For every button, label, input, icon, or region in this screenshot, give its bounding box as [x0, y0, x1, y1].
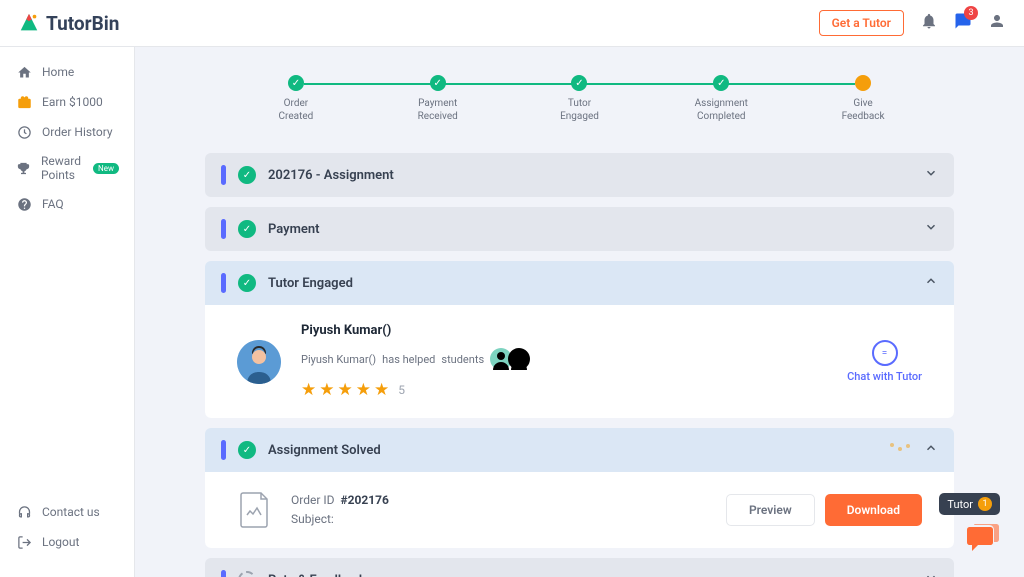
section-header[interactable]: ✓ Assignment Solved [205, 428, 954, 472]
section-title: Rate & Feedback [268, 573, 912, 577]
file-icon [237, 490, 273, 530]
new-badge: New [93, 163, 119, 174]
people-icon [490, 348, 530, 370]
section-marker [221, 273, 226, 293]
chevron-down-icon [924, 166, 938, 184]
sidebar-item-label: Earn $1000 [42, 95, 103, 109]
logout-icon [16, 534, 32, 550]
step-assignment-completed: ✓ AssignmentCompleted [650, 75, 792, 123]
chevron-up-icon [924, 441, 938, 459]
check-icon: ✓ [571, 75, 587, 91]
check-icon: ✓ [238, 441, 256, 459]
history-icon [16, 124, 32, 140]
section-assignment-solved: ✓ Assignment Solved Order ID #202176 Sub… [205, 428, 954, 548]
star-icon: ★ [374, 380, 389, 400]
section-header[interactable]: ✓ 202176 - Assignment [205, 153, 954, 197]
chevron-down-icon [924, 220, 938, 238]
sidebar-item-earn[interactable]: Earn $1000 [0, 87, 134, 117]
rating-count: 5 [398, 383, 405, 397]
section-title: Assignment Solved [268, 443, 876, 458]
brand-logo[interactable]: TutorBin [18, 12, 119, 35]
order-stepper: ✓ OrderCreated ✓ PaymentReceived ✓ Tutor… [225, 75, 934, 123]
download-button[interactable]: Download [825, 494, 922, 526]
chat-launcher-icon[interactable] [964, 521, 1000, 557]
section-assignment: ✓ 202176 - Assignment [205, 153, 954, 197]
sidebar-item-order-history[interactable]: Order History [0, 117, 134, 147]
sidebar-item-label: Logout [42, 535, 79, 549]
tutor-helped-text: Piyush Kumar() has helped students [301, 348, 827, 370]
section-tutor-engaged: ✓ Tutor Engaged Piyush Kumar() Piyush Ku… [205, 261, 954, 418]
chevron-up-icon [924, 274, 938, 292]
tutor-count-badge: 1 [978, 497, 992, 511]
check-icon: ✓ [430, 75, 446, 91]
sidebar-item-logout[interactable]: Logout [0, 527, 134, 557]
header-actions: Get a Tutor 3 [819, 10, 1006, 36]
logo-icon [18, 12, 40, 34]
sidebar: Home Earn $1000 Order History Reward Poi… [0, 47, 135, 577]
home-icon [16, 64, 32, 80]
pending-check-icon [238, 571, 256, 577]
chevron-down-icon [924, 571, 938, 577]
check-icon: ✓ [713, 75, 729, 91]
preview-button[interactable]: Preview [726, 494, 815, 526]
sidebar-item-reward-points[interactable]: Reward Points New [0, 147, 134, 189]
check-icon: ✓ [238, 166, 256, 184]
chat-badge: 3 [964, 6, 978, 20]
top-header: TutorBin Get a Tutor 3 [0, 0, 1024, 47]
star-icon: ★ [338, 380, 353, 400]
tutor-avatar [237, 340, 281, 384]
user-icon[interactable] [988, 12, 1006, 34]
sidebar-item-contact[interactable]: Contact us [0, 497, 134, 527]
tutor-chat-pill[interactable]: Tutor 1 [939, 493, 1000, 515]
sidebar-item-label: Reward Points [41, 154, 81, 182]
check-icon: ✓ [238, 220, 256, 238]
section-marker [221, 440, 226, 460]
section-marker [221, 219, 226, 239]
step-order-created: ✓ OrderCreated [225, 75, 367, 123]
section-rate-feedback: Rate & Feedback [205, 558, 954, 577]
section-title: Payment [268, 222, 912, 237]
bell-icon[interactable] [920, 12, 938, 34]
section-body: Piyush Kumar() Piyush Kumar() has helped… [205, 305, 954, 418]
order-meta: Order ID #202176 Subject: [291, 491, 708, 529]
headset-icon [16, 504, 32, 520]
section-marker [221, 570, 226, 577]
chat-bubble-icon: = [872, 340, 898, 366]
step-tutor-engaged: ✓ TutorEngaged [509, 75, 651, 123]
sidebar-item-label: Contact us [42, 505, 100, 519]
section-title: Tutor Engaged [268, 276, 912, 291]
section-header[interactable]: ✓ Tutor Engaged [205, 261, 954, 305]
help-icon [16, 196, 32, 212]
section-body: Order ID #202176 Subject: Preview Downlo… [205, 472, 954, 548]
pending-icon [855, 75, 871, 91]
section-marker [221, 165, 226, 185]
section-header[interactable]: ✓ Payment [205, 207, 954, 251]
sidebar-item-label: Order History [42, 125, 113, 139]
sidebar-item-label: FAQ [42, 197, 64, 211]
gift-icon [16, 94, 32, 110]
sidebar-item-home[interactable]: Home [0, 57, 134, 87]
main-content: ✓ OrderCreated ✓ PaymentReceived ✓ Tutor… [135, 47, 1024, 577]
confetti-icon [888, 441, 912, 459]
tutor-rating: ★ ★ ★ ★ ★ 5 [301, 380, 827, 400]
check-icon: ✓ [288, 75, 304, 91]
section-header[interactable]: Rate & Feedback [205, 558, 954, 577]
floating-chat-widget: Tutor 1 [939, 493, 1000, 557]
sidebar-item-faq[interactable]: FAQ [0, 189, 134, 219]
section-payment: ✓ Payment [205, 207, 954, 251]
brand-name: TutorBin [46, 12, 119, 35]
step-payment-received: ✓ PaymentReceived [367, 75, 509, 123]
chat-with-tutor-button[interactable]: = Chat with Tutor [847, 340, 922, 383]
trophy-icon [16, 160, 31, 176]
star-icon: ★ [301, 380, 316, 400]
check-icon: ✓ [238, 274, 256, 292]
tutor-name: Piyush Kumar() [301, 323, 827, 338]
section-title: 202176 - Assignment [268, 168, 912, 183]
star-icon: ★ [319, 380, 334, 400]
star-icon: ★ [356, 380, 371, 400]
step-give-feedback: GiveFeedback [792, 75, 934, 123]
get-tutor-button[interactable]: Get a Tutor [819, 10, 904, 36]
sidebar-item-label: Home [42, 65, 74, 79]
chat-icon[interactable]: 3 [954, 12, 972, 34]
